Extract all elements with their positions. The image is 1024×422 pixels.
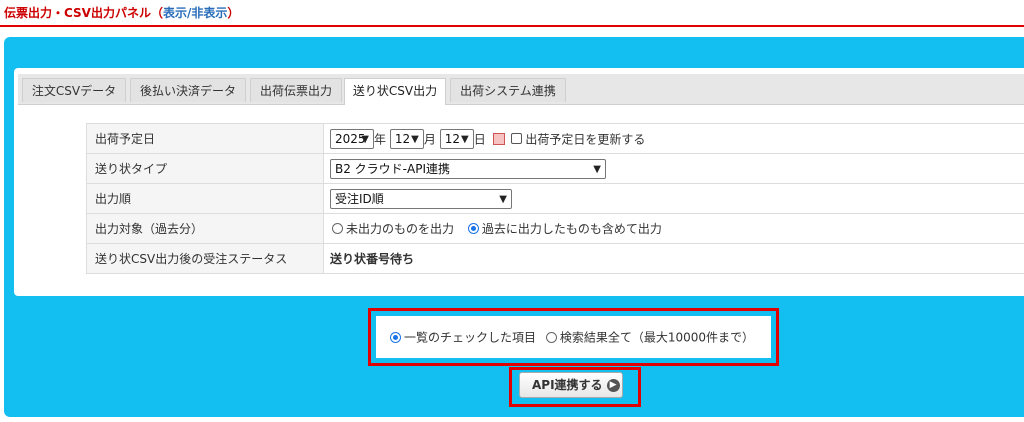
- month-value: 12: [394, 131, 411, 146]
- radio-unoutput[interactable]: [332, 223, 343, 234]
- panel-title: 伝票出力・CSV出力パネル（: [4, 6, 163, 20]
- radio-include-past[interactable]: [467, 223, 479, 234]
- invoice-type-label: 送り状タイプ: [86, 153, 324, 184]
- output-order-field: 受注ID順 ▼: [323, 183, 1024, 214]
- header-divider: [0, 25, 1024, 27]
- chevron-down-icon: ▼: [499, 193, 507, 205]
- row-ship-date: 出荷予定日 2025 ▼ 年 12 ▼ 月 12 ▼ 日 出荷予定日を更新する: [86, 123, 1024, 154]
- radio-unoutput-label[interactable]: 未出力のものを出力: [346, 222, 454, 236]
- tab-order-csv[interactable]: 注文CSVデータ: [22, 78, 126, 102]
- invoice-type-field: B2 クラウド-API連携 ▼: [323, 153, 1024, 184]
- toggle-visibility-link[interactable]: 表示/非表示: [163, 6, 227, 20]
- invoice-type-select[interactable]: B2 クラウド-API連携 ▼: [330, 158, 606, 179]
- day-select[interactable]: 12 ▼: [439, 128, 474, 149]
- chevron-down-icon: ▼: [361, 133, 369, 145]
- tab-invoice-csv[interactable]: 送り状CSV出力: [344, 78, 446, 105]
- tab-bar: 注文CSVデータ 後払い決済データ 出荷伝票出力 送り状CSV出力 出荷システム…: [18, 74, 1024, 105]
- ship-date-field: 2025 ▼ 年 12 ▼ 月 12 ▼ 日 出荷予定日を更新する: [323, 123, 1024, 154]
- output-order-select[interactable]: 受注ID順 ▼: [330, 188, 512, 209]
- row-output-order: 出力順 受注ID順 ▼: [86, 183, 1024, 214]
- update-ship-date-checkbox[interactable]: [511, 133, 523, 144]
- radio-all-results-label[interactable]: 検索結果全て（最大10000件まで）: [560, 331, 754, 345]
- output-order-label: 出力順: [86, 183, 324, 214]
- day-value: 12: [444, 131, 460, 146]
- tab-deferred-payment[interactable]: 後払い決済データ: [130, 78, 246, 102]
- api-integrate-label: API連携する: [532, 378, 603, 392]
- row-invoice-type: 送り状タイプ B2 クラウド-API連携 ▼: [86, 153, 1024, 184]
- update-ship-date-label[interactable]: 出荷予定日を更新する: [525, 132, 645, 146]
- month-select[interactable]: 12 ▼: [389, 128, 424, 149]
- chevron-down-icon: ▼: [411, 133, 419, 145]
- panel-header: 伝票出力・CSV出力パネル（表示/非表示）: [4, 4, 239, 22]
- arrow-right-circle-icon: ▶: [606, 379, 620, 392]
- row-status-after: 送り状CSV出力後の受注ステータス 送り状番号待ち: [86, 243, 1024, 274]
- radio-checked-items[interactable]: [390, 332, 401, 343]
- output-target-field: 未出力のものを出力 過去に出力したものも含めて出力: [323, 213, 1024, 244]
- month-suffix: 月: [423, 132, 436, 146]
- ship-date-label: 出荷予定日: [86, 123, 324, 154]
- tab-shipping-slip[interactable]: 出荷伝票出力: [250, 78, 342, 102]
- tab-shipping-system[interactable]: 出荷システム連携: [450, 78, 566, 102]
- scope-options: 一覧のチェックした項目 検索結果全て（最大10000件まで）: [388, 329, 754, 345]
- panel-content: 注文CSVデータ 後払い決済データ 出荷伝票出力 送り状CSV出力 出荷システム…: [14, 68, 1024, 296]
- api-integrate-button[interactable]: API連携する ▶: [519, 372, 623, 398]
- row-output-target: 出力対象（過去分） 未出力のものを出力 過去に出力したものも含めて出力: [86, 213, 1024, 244]
- output-order-value: 受注ID順: [335, 191, 384, 206]
- output-target-label: 出力対象（過去分）: [86, 213, 324, 244]
- day-suffix: 日: [473, 132, 486, 146]
- scope-selector: 一覧のチェックした項目 検索結果全て（最大10000件まで）: [376, 316, 771, 358]
- radio-all-results[interactable]: [545, 332, 557, 343]
- status-after-value: 送り状番号待ち: [323, 243, 1024, 274]
- invoice-csv-form: 出荷予定日 2025 ▼ 年 12 ▼ 月 12 ▼ 日 出荷予定日を更新する 送り状タイプ…: [86, 123, 1024, 274]
- radio-include-past-label[interactable]: 過去に出力したものも含めて出力: [482, 222, 662, 236]
- invoice-type-value: B2 クラウド-API連携: [335, 161, 450, 176]
- status-after-label: 送り状CSV出力後の受注ステータス: [86, 243, 324, 274]
- year-select[interactable]: 2025 ▼: [330, 128, 374, 149]
- panel-title-close: ）: [227, 6, 240, 20]
- chevron-down-icon: ▼: [593, 163, 601, 175]
- calendar-icon[interactable]: [492, 132, 505, 145]
- year-suffix: 年: [374, 132, 387, 146]
- chevron-down-icon: ▼: [460, 133, 469, 145]
- radio-checked-items-label[interactable]: 一覧のチェックした項目: [404, 331, 536, 345]
